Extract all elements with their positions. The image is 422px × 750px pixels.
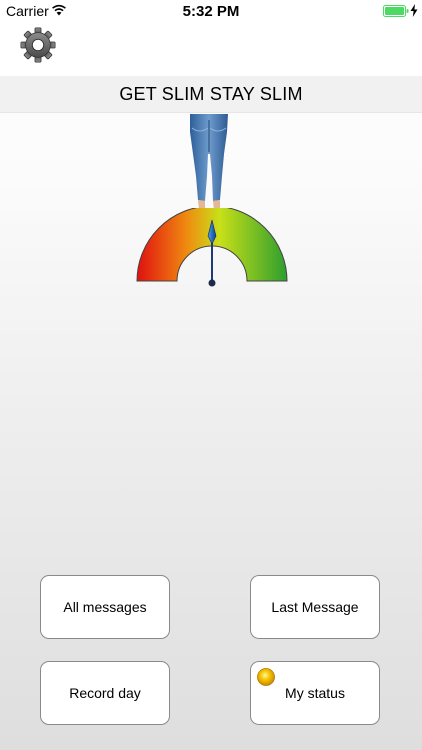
last-message-label: Last Message [271,599,359,615]
gear-icon[interactable] [19,26,57,64]
record-day-button[interactable]: Record day [40,661,170,725]
record-day-label: Record day [69,685,141,701]
all-messages-label: All messages [63,599,147,615]
charging-bolt-icon [410,4,418,17]
clock: 5:32 PM [182,3,240,20]
battery-icon [383,5,409,17]
my-status-label: My status [285,685,345,701]
last-message-button[interactable]: Last Message [250,575,380,639]
status-bar: Carrier 5:32 PM [0,0,422,22]
jeans-legs-image [190,114,228,212]
weight-gauge [136,208,288,287]
status-dot-icon [257,668,275,686]
top-bar [0,22,422,76]
title-bar: GET SLIM STAY SLIM [0,76,422,113]
all-messages-button[interactable]: All messages [40,575,170,639]
page-title: GET SLIM STAY SLIM [119,84,303,104]
